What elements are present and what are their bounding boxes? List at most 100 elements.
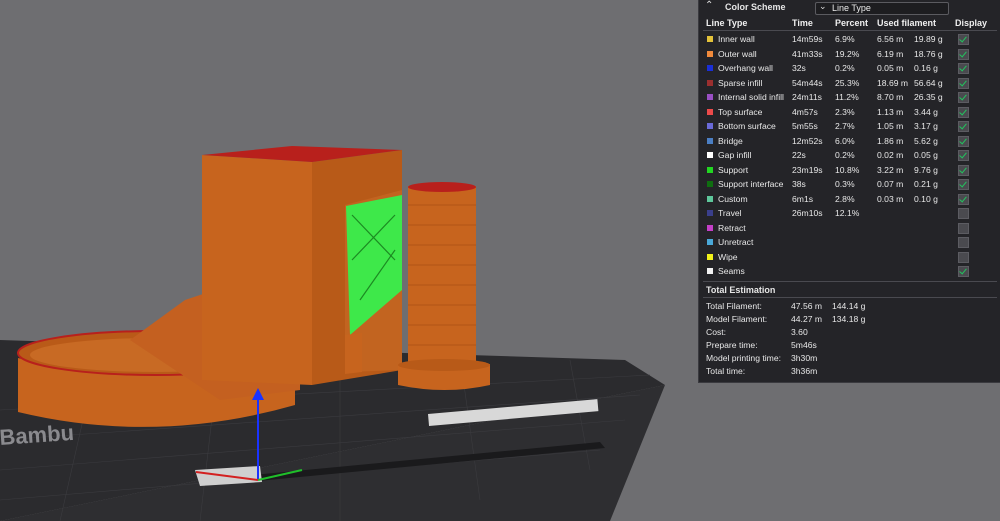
cylinder-top	[408, 182, 476, 192]
color-swatch-icon	[707, 253, 713, 260]
line-type-time: 41m33s	[792, 48, 823, 59]
line-type-weight: 0.16 g	[914, 63, 938, 73]
header-line-type: Line Type	[706, 18, 748, 28]
line-type-percent: 0.2%	[835, 150, 855, 160]
panel-header: ⌃ Color Scheme ⌄ Line Type	[699, 0, 1000, 15]
color-swatch-icon	[707, 195, 713, 202]
display-checkbox[interactable]	[958, 48, 969, 60]
line-type-percent: 25.3%	[835, 77, 860, 88]
color-scheme-value: Line Type	[832, 3, 871, 13]
line-type-percent: 6.0%	[835, 135, 855, 146]
line-type-name: Unretract	[718, 237, 754, 247]
line-type-name: Inner wall	[718, 34, 755, 44]
line-type-row: Seams	[699, 265, 1000, 279]
total-label: Cost:	[706, 327, 727, 337]
display-checkbox[interactable]	[958, 92, 969, 103]
line-type-row: Top surface 4m57s 2.3% 1.13 m 3.44 g	[699, 106, 1000, 120]
line-type-length: 3.22 m	[877, 164, 904, 175]
line-type-length: 18.69 m	[877, 77, 909, 88]
line-type-time: 24m11s	[792, 92, 822, 102]
line-type-row: Sparse infill 54m44s 25.3% 18.69 m 56.64 g	[699, 77, 1000, 91]
line-type-row: Wipe	[699, 251, 1000, 265]
line-type-percent: 11.2%	[835, 92, 859, 102]
line-type-time: 26m10s	[792, 208, 823, 218]
display-checkbox[interactable]	[958, 34, 969, 45]
line-type-weight: 56.64 g	[914, 77, 943, 88]
line-type-name: Wipe	[718, 251, 738, 262]
display-checkbox[interactable]	[958, 179, 969, 190]
total-value-2: 134.18 g	[832, 314, 866, 324]
line-type-weight: 9.76 g	[914, 164, 938, 175]
total-value-1: 44.27 m	[791, 314, 823, 324]
total-row: Model Filament: 44.27 m 134.18 g	[699, 314, 1000, 327]
display-checkbox[interactable]	[958, 208, 969, 219]
total-row: Model printing time: 3h30m	[699, 353, 1000, 366]
line-type-length: 0.05 m	[877, 63, 904, 73]
line-type-time: 6m1s	[792, 193, 814, 204]
header-percent: Percent	[835, 18, 869, 28]
display-checkbox[interactable]	[958, 164, 969, 176]
line-type-length: 0.03 m	[877, 193, 904, 204]
header-time: Time	[792, 18, 813, 28]
header-used-filament: Used filament	[877, 18, 937, 28]
total-value-1: 3h30m	[791, 353, 818, 363]
display-checkbox[interactable]	[958, 266, 969, 277]
total-value-1: 47.56 m	[791, 301, 823, 311]
line-type-weight: 0.21 g	[914, 179, 938, 189]
line-type-time: 32s	[792, 63, 806, 73]
color-scheme-panel: ⌃ Color Scheme ⌄ Line Type Line Type Tim…	[698, 0, 1000, 383]
display-checkbox[interactable]	[958, 106, 969, 118]
line-type-length: 1.86 m	[877, 135, 904, 146]
total-label: Model printing time:	[706, 353, 781, 363]
line-type-percent: 10.8%	[835, 164, 860, 175]
line-type-length: 6.19 m	[877, 48, 904, 59]
display-checkbox[interactable]	[958, 63, 969, 74]
line-type-weight: 0.05 g	[914, 150, 938, 160]
line-type-name: Custom	[718, 193, 748, 204]
total-row: Cost: 3.60	[699, 327, 1000, 340]
line-type-name: Seams	[718, 266, 745, 276]
line-type-name: Top surface	[718, 106, 763, 117]
line-type-row: Support interface 38s 0.3% 0.07 m 0.21 g	[699, 178, 1000, 192]
line-type-length: 1.13 m	[877, 106, 904, 117]
line-type-length: 6.56 m	[877, 34, 904, 44]
total-row: Total Filament: 47.56 m 144.14 g	[699, 301, 1000, 314]
line-type-length: 0.02 m	[877, 150, 904, 160]
display-checkbox[interactable]	[958, 77, 969, 89]
chevron-down-icon: ⌄	[819, 1, 827, 11]
line-type-row: Bottom surface 5m55s 2.7% 1.05 m 3.17 g	[699, 120, 1000, 134]
line-type-time: 22s	[792, 150, 806, 160]
cylinder-base-top	[398, 359, 490, 371]
total-label: Model Filament:	[706, 314, 768, 324]
display-checkbox[interactable]	[958, 121, 969, 132]
line-type-row: Retract	[699, 222, 1000, 236]
display-checkbox[interactable]	[958, 150, 969, 161]
line-type-percent: 6.9%	[835, 34, 855, 44]
color-swatch-icon	[707, 210, 713, 216]
line-type-name: Bottom surface	[718, 121, 776, 131]
color-swatch-icon	[707, 166, 713, 173]
plate-logo: Bambu	[0, 420, 75, 450]
line-type-percent: 2.7%	[835, 121, 855, 131]
display-checkbox[interactable]	[958, 251, 969, 263]
line-type-row: Outer wall 41m33s 19.2% 6.19 m 18.76 g	[699, 48, 1000, 62]
line-type-name: Support	[718, 164, 749, 175]
total-row: Total time: 3h36m	[699, 366, 1000, 379]
line-type-name: Internal solid infill	[718, 92, 784, 102]
line-type-row: Overhang wall 32s 0.2% 0.05 m 0.16 g	[699, 62, 1000, 76]
line-type-time: 5m55s	[792, 121, 818, 131]
display-checkbox[interactable]	[958, 222, 969, 234]
header-display: Display	[955, 18, 988, 28]
line-type-row: Support 23m19s 10.8% 3.22 m 9.76 g	[699, 164, 1000, 178]
color-swatch-icon	[707, 152, 713, 158]
collapse-chevron-icon[interactable]: ⌃	[705, 0, 713, 11]
color-swatch-icon	[707, 137, 713, 144]
display-checkbox[interactable]	[958, 237, 969, 248]
line-type-name: Overhang wall	[718, 63, 773, 73]
color-swatch-icon	[707, 239, 713, 245]
color-scheme-select[interactable]: ⌄ Line Type	[815, 1, 949, 15]
line-type-time: 38s	[792, 179, 806, 189]
display-checkbox[interactable]	[958, 135, 969, 147]
color-swatch-icon	[707, 36, 713, 42]
display-checkbox[interactable]	[958, 193, 969, 205]
